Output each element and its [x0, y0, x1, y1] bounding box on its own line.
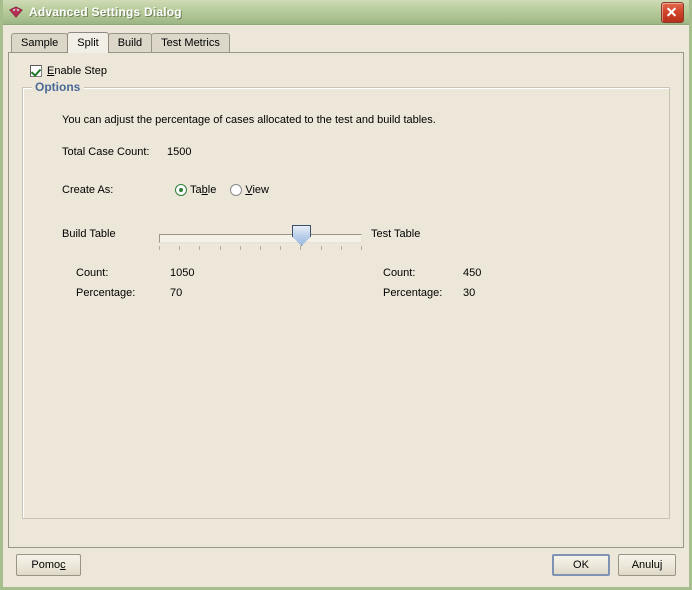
help-button-mnemonic: c [60, 559, 66, 571]
test-count-label: Count: [383, 267, 416, 279]
slider-tick [280, 246, 281, 250]
build-percentage-value: 70 [170, 287, 183, 299]
create-as-row: Create As: Table View [62, 184, 659, 196]
title-bar[interactable]: Advanced Settings Dialog [3, 0, 689, 25]
radio-table-label[interactable]: Table [190, 184, 216, 196]
total-case-count-row: Total Case Count: 1500 [62, 146, 659, 158]
radio-table-label-post: le [207, 184, 217, 196]
total-case-count-label: Total Case Count: [62, 146, 150, 158]
tab-panel-split: Enable Step Options You can adjust the p… [8, 52, 684, 548]
slider-tick [361, 246, 362, 250]
close-icon[interactable] [661, 1, 684, 23]
test-percentage-value: 30 [463, 287, 476, 299]
ok-button[interactable]: OK [552, 554, 610, 576]
slider-tick [159, 246, 160, 250]
help-button-label-pre: Pomo [31, 559, 61, 571]
slider-tick [300, 246, 301, 250]
slider-thumb[interactable] [292, 225, 311, 246]
slider-thumb-shape [292, 225, 311, 246]
enable-step-label: Enable Step [47, 65, 107, 77]
tab-split[interactable]: Split [67, 32, 109, 53]
slider-ticks [159, 246, 362, 251]
slider-tick [321, 246, 322, 250]
test-count-value: 450 [463, 267, 482, 279]
options-groupbox: Options You can adjust the percentage of… [22, 80, 670, 519]
radio-table-label-pre: Ta [190, 184, 202, 196]
radio-view-label[interactable]: View [245, 184, 269, 196]
options-legend: Options [32, 80, 85, 94]
create-as-radio-group: Table View [175, 184, 283, 196]
slider-tick [179, 246, 180, 250]
build-table-title: Build Table [62, 228, 116, 240]
test-percentage-label: Percentage: [383, 287, 443, 299]
dialog-footer: Pomoc OK Anuluj [8, 548, 684, 582]
radio-view-label-post: iew [252, 184, 269, 196]
slider-tick [260, 246, 261, 250]
create-as-label: Create As: [62, 184, 114, 196]
radio-table[interactable] [175, 184, 187, 196]
total-case-count-value: 1500 [167, 146, 192, 158]
radio-view[interactable] [230, 184, 243, 196]
enable-step-row[interactable]: Enable Step [30, 65, 671, 77]
enable-step-label-text: nable Step [54, 65, 107, 77]
split-slider-row: Build Table Test Table [33, 223, 659, 255]
enable-step-checkbox[interactable] [30, 65, 42, 77]
tab-build[interactable]: Build [107, 33, 153, 52]
slider-tick [240, 246, 241, 250]
slider-track[interactable] [159, 234, 362, 243]
split-stats: Count: 1050 Percentage: 70 Count: 450 Pe… [33, 267, 659, 307]
dialog-client-area: Sample Split Build Test Metrics Enable S… [3, 25, 689, 587]
slider-tick [341, 246, 342, 250]
build-count-value: 1050 [170, 267, 195, 279]
tab-test-metrics[interactable]: Test Metrics [151, 33, 230, 52]
tab-sample[interactable]: Sample [11, 33, 69, 52]
build-percentage-label: Percentage: [76, 287, 136, 299]
gem-icon [8, 4, 24, 20]
help-button[interactable]: Pomoc [16, 554, 81, 576]
slider-tick [199, 246, 200, 250]
split-percentage-slider[interactable] [159, 225, 362, 251]
window-title: Advanced Settings Dialog [29, 5, 182, 19]
tab-strip: Sample Split Build Test Metrics [8, 31, 684, 53]
options-description: You can adjust the percentage of cases a… [62, 114, 436, 126]
cancel-button[interactable]: Anuluj [618, 554, 676, 576]
test-table-title: Test Table [371, 228, 421, 240]
advanced-settings-dialog: Advanced Settings Dialog Sample Split Bu… [0, 0, 692, 590]
build-count-label: Count: [76, 267, 109, 279]
slider-tick [220, 246, 221, 250]
